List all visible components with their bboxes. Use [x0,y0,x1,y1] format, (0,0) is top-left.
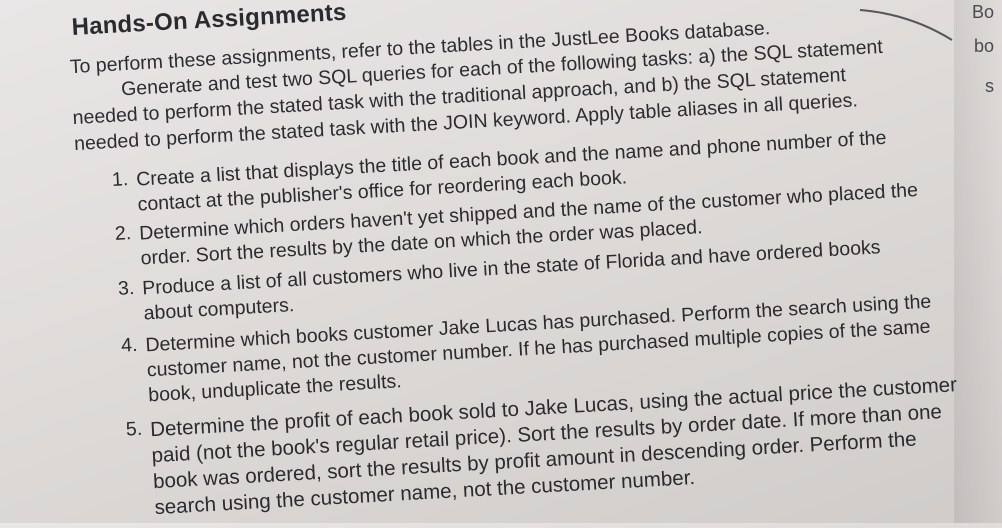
item-number: 4. [120,333,139,357]
edge-fragment: bo [973,36,994,56]
edge-fragment: Bo [971,2,994,22]
section-heading: Hands-On Assignments [70,0,348,42]
item-number: 2. [114,222,132,245]
book-page: Hands-On Assignments To perform these as… [0,0,1002,522]
item-number: 1. [111,168,129,192]
item-number: 3. [117,276,135,300]
edge-fragment: s [985,76,994,96]
adjacent-page-edge: Bo bo s [954,0,1002,523]
page-curl-line [860,9,953,41]
item-number: 5. [125,417,143,441]
